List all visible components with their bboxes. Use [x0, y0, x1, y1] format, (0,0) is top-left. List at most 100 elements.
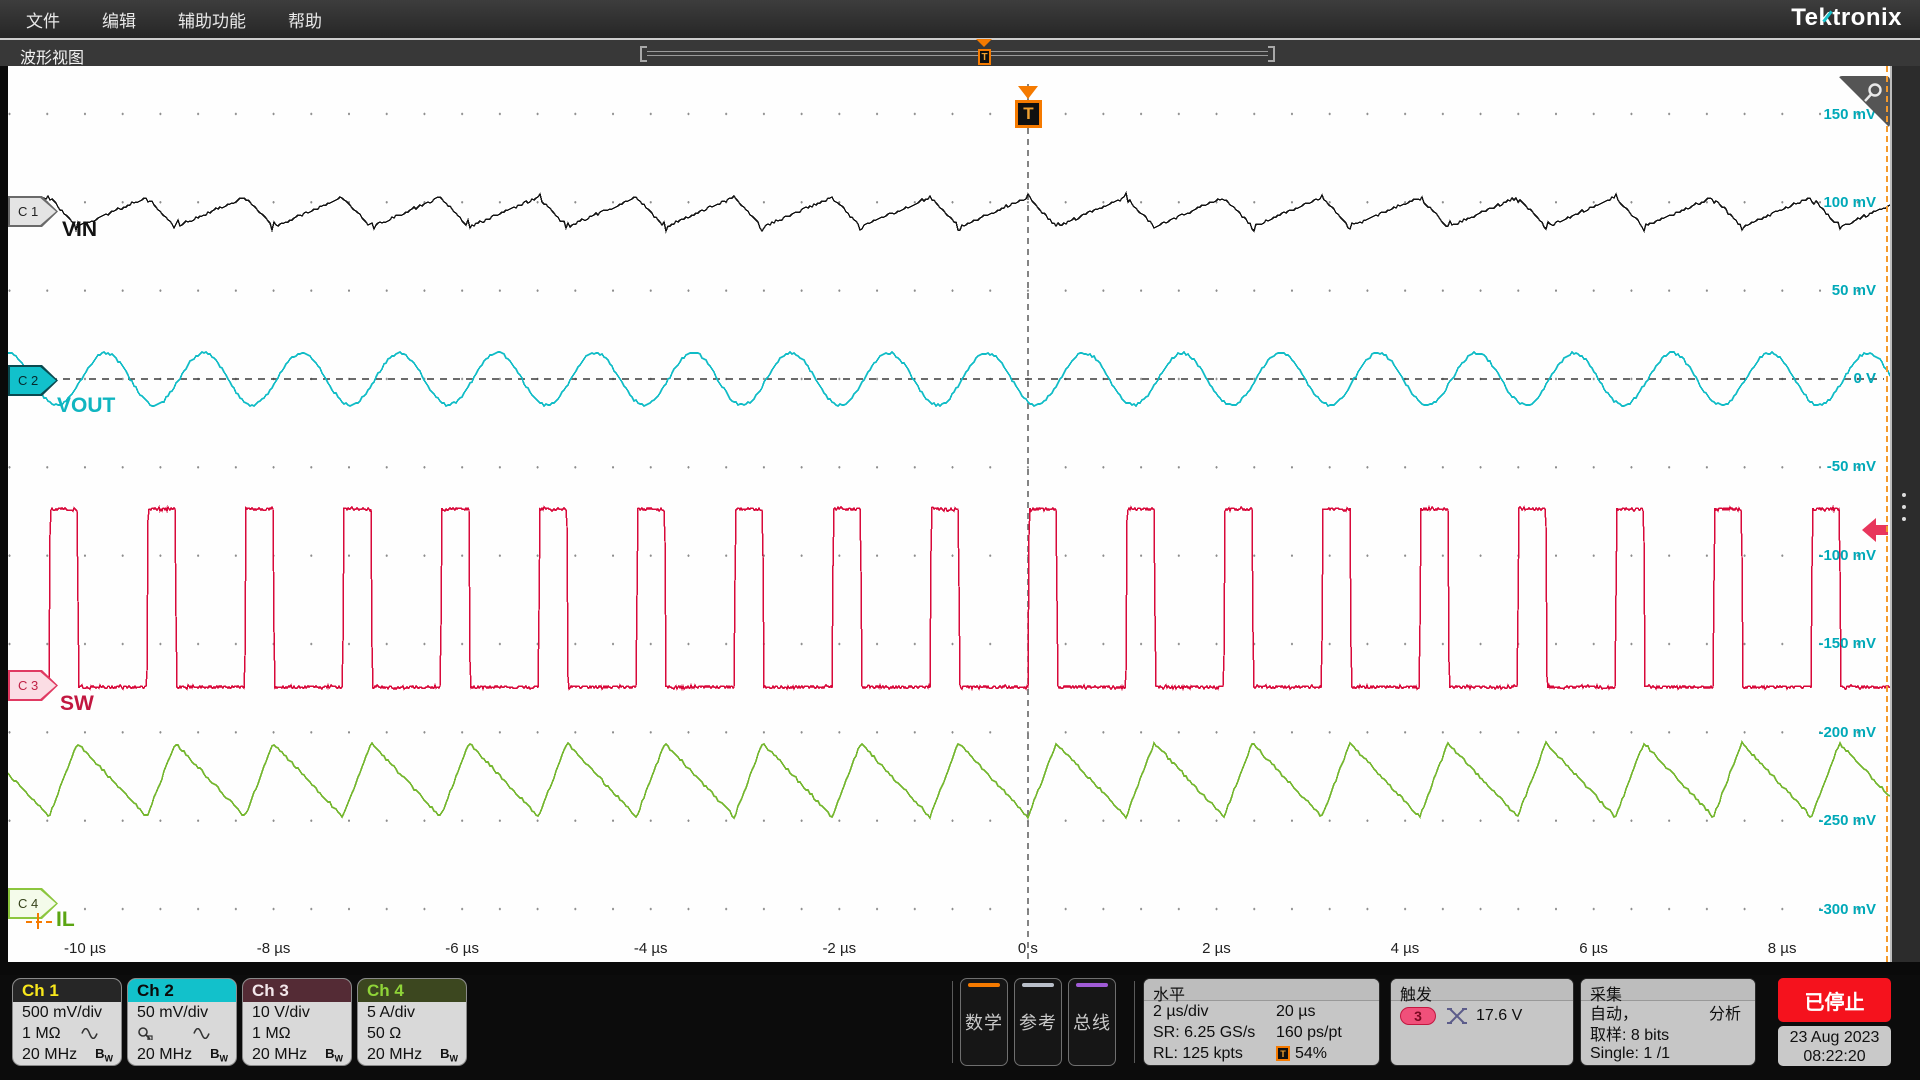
time-tick-label: 2 µs: [1176, 940, 1256, 957]
function-button-math[interactable]: 数学: [960, 978, 1008, 1066]
scale-label: -200 mV: [1786, 724, 1876, 741]
scale-label: 100 mV: [1786, 194, 1876, 211]
settings-bar: Ch 1500 mV/div1 MΩ20 MHzBWCh 250 mV/div2…: [0, 975, 1920, 1080]
time-tick-label: -4 µs: [611, 940, 691, 957]
rail-drag-handle[interactable]: [1900, 490, 1908, 524]
horizontal-span: 20 µs: [1276, 1003, 1315, 1021]
horizontal-pan-bar[interactable]: T: [640, 46, 1275, 62]
channel-bandwidth: 20 MHzBW: [243, 1044, 351, 1065]
scale-label: -50 mV: [1786, 458, 1876, 475]
ch1-position-marker[interactable]: C 1: [8, 196, 58, 227]
ch1-trace-label: VIN: [62, 218, 97, 242]
horizontal-scale: 2 µs/div: [1153, 1003, 1208, 1021]
channel-bandwidth: 20 MHzBW: [13, 1044, 121, 1065]
scale-label: -100 mV: [1786, 547, 1876, 564]
scale-label: -250 mV: [1786, 812, 1876, 829]
channel-bandwidth: 20 MHzBW: [128, 1044, 236, 1065]
time-tick-label: 6 µs: [1554, 940, 1634, 957]
magnifier-icon: [1862, 82, 1884, 104]
trigger-position-flag[interactable]: T: [1015, 100, 1042, 128]
channel-badge-4[interactable]: Ch 45 A/div50 Ω20 MHzBW: [357, 978, 467, 1066]
menu-utility[interactable]: 辅助功能: [178, 7, 246, 32]
acquisition-panel[interactable]: 采集 自动，分析 取样: 8 bits Single: 1 /1: [1580, 978, 1756, 1066]
sample-interval: 160 ps/pt: [1276, 1024, 1342, 1042]
time-tick-label: 8 µs: [1742, 940, 1822, 957]
waveform-view-titlebar: 波形视图 T: [0, 38, 1920, 66]
ac-sine-icon: [81, 1028, 98, 1039]
pan-bracket-left: [640, 46, 647, 62]
horizontal-panel[interactable]: 水平 2 µs/div20 µs SR: 6.25 GS/s160 ps/pt …: [1143, 978, 1380, 1066]
function-button-bus[interactable]: 总线: [1068, 978, 1116, 1066]
time-tick-label: -6 µs: [422, 940, 502, 957]
menu-edit[interactable]: 编辑: [102, 7, 136, 32]
datetime-display: 23 Aug 2023 08:22:20: [1778, 1026, 1891, 1066]
time-tick-label: 4 µs: [1365, 940, 1445, 957]
sample-rate: SR: 6.25 GS/s: [1153, 1024, 1255, 1042]
trigger-panel-title: 触发: [1391, 979, 1573, 1001]
time-tick-label: 0 s: [988, 940, 1068, 957]
channel-badge-title: Ch 3: [243, 979, 351, 1002]
menu-bar: 文件 编辑 辅助功能 帮助 Tektronix: [0, 0, 1920, 38]
channel-scale: 10 V/div: [243, 1002, 351, 1023]
date-label: 23 Aug 2023: [1778, 1028, 1891, 1047]
channel-badge-1[interactable]: Ch 1500 mV/div1 MΩ20 MHzBW: [12, 978, 122, 1066]
waveform-traces: [8, 66, 1890, 962]
scale-label: -150 mV: [1786, 635, 1876, 652]
channel-scale: 500 mV/div: [13, 1002, 121, 1023]
waveform-graticule: VIN VOUT SW IL C 1 C 2 C 3 C 4 150 mV100…: [8, 66, 1890, 962]
view-title-tab[interactable]: 波形视图: [20, 44, 84, 68]
scale-label: 0 V: [1786, 370, 1876, 387]
channel-coupling: 50 Ω: [358, 1023, 466, 1044]
ch4-trace-label: IL: [56, 908, 75, 932]
trigger-source-badge: 3: [1400, 1007, 1436, 1025]
scale-label: 150 mV: [1786, 106, 1876, 123]
channel-badge-title: Ch 2: [128, 979, 236, 1002]
trigger-level: 17.6 V: [1476, 1007, 1522, 1025]
pan-trigger-arrow-icon: [976, 39, 992, 47]
separator: [1134, 981, 1135, 1063]
function-button-reference[interactable]: 参考: [1014, 978, 1062, 1066]
tektronix-logo: Tektronix: [1791, 4, 1902, 32]
channel-badge-3[interactable]: Ch 310 V/div1 MΩ20 MHzBW: [242, 978, 352, 1066]
ch3-trace-label: SW: [60, 692, 94, 716]
trigger-position-arrow-icon: [1018, 86, 1038, 99]
channel-scale: 5 A/div: [358, 1002, 466, 1023]
oscilloscope-screen: 文件 编辑 辅助功能 帮助 Tektronix 波形视图 T VIN VOUT …: [0, 0, 1920, 1080]
pan-track: [647, 51, 1268, 56]
pan-trigger-pin-icon[interactable]: T: [978, 49, 991, 65]
acquisition-single-count: Single: 1 /1: [1590, 1045, 1670, 1063]
channel-bandwidth: 20 MHzBW: [358, 1044, 466, 1065]
zoom-region-edge-line: [1886, 66, 1888, 962]
scale-label: 50 mV: [1786, 282, 1876, 299]
scale-label: -300 mV: [1786, 901, 1876, 918]
run-stop-button[interactable]: 已停止: [1778, 978, 1891, 1022]
channel-coupling: [128, 1023, 236, 1044]
pan-bracket-right: [1268, 46, 1275, 62]
channel-coupling: 1 MΩ: [243, 1023, 351, 1044]
ch2-position-marker[interactable]: C 2: [8, 365, 58, 396]
ch4-ground-marker-icon: [26, 911, 52, 923]
time-tick-label: -2 µs: [799, 940, 879, 957]
trigger-pin-icon: T: [1276, 1046, 1290, 1061]
channel-badge-2[interactable]: Ch 250 mV/div20 MHzBW: [127, 978, 237, 1066]
acquisition-analysis: 分析: [1709, 1000, 1741, 1024]
menu-file[interactable]: 文件: [26, 7, 60, 32]
channel-coupling: 1 MΩ: [13, 1023, 121, 1044]
menu-help[interactable]: 帮助: [288, 7, 322, 32]
separator: [952, 981, 953, 1063]
logo-k-slash: [1823, 10, 1833, 22]
probe-icon: [137, 1027, 153, 1040]
channel-badge-title: Ch 1: [13, 979, 121, 1002]
edge-trigger-icon: [1446, 1006, 1468, 1026]
acquisition-panel-title: 采集: [1581, 979, 1755, 1001]
time-label: 08:22:20: [1778, 1047, 1891, 1066]
trigger-position-pct: 54%: [1295, 1045, 1327, 1063]
horizontal-panel-title: 水平: [1144, 979, 1379, 1001]
ch3-position-marker[interactable]: C 3: [8, 670, 58, 701]
trigger-panel[interactable]: 触发 3 17.6 V: [1390, 978, 1574, 1066]
acquisition-sampling: 取样: 8 bits: [1590, 1021, 1669, 1045]
time-tick-label: -10 µs: [45, 940, 125, 957]
ch2-trace-label: VOUT: [57, 394, 115, 418]
ch3-level-arrow-icon: [1862, 518, 1888, 542]
right-scroll-rail: [1890, 66, 1920, 962]
